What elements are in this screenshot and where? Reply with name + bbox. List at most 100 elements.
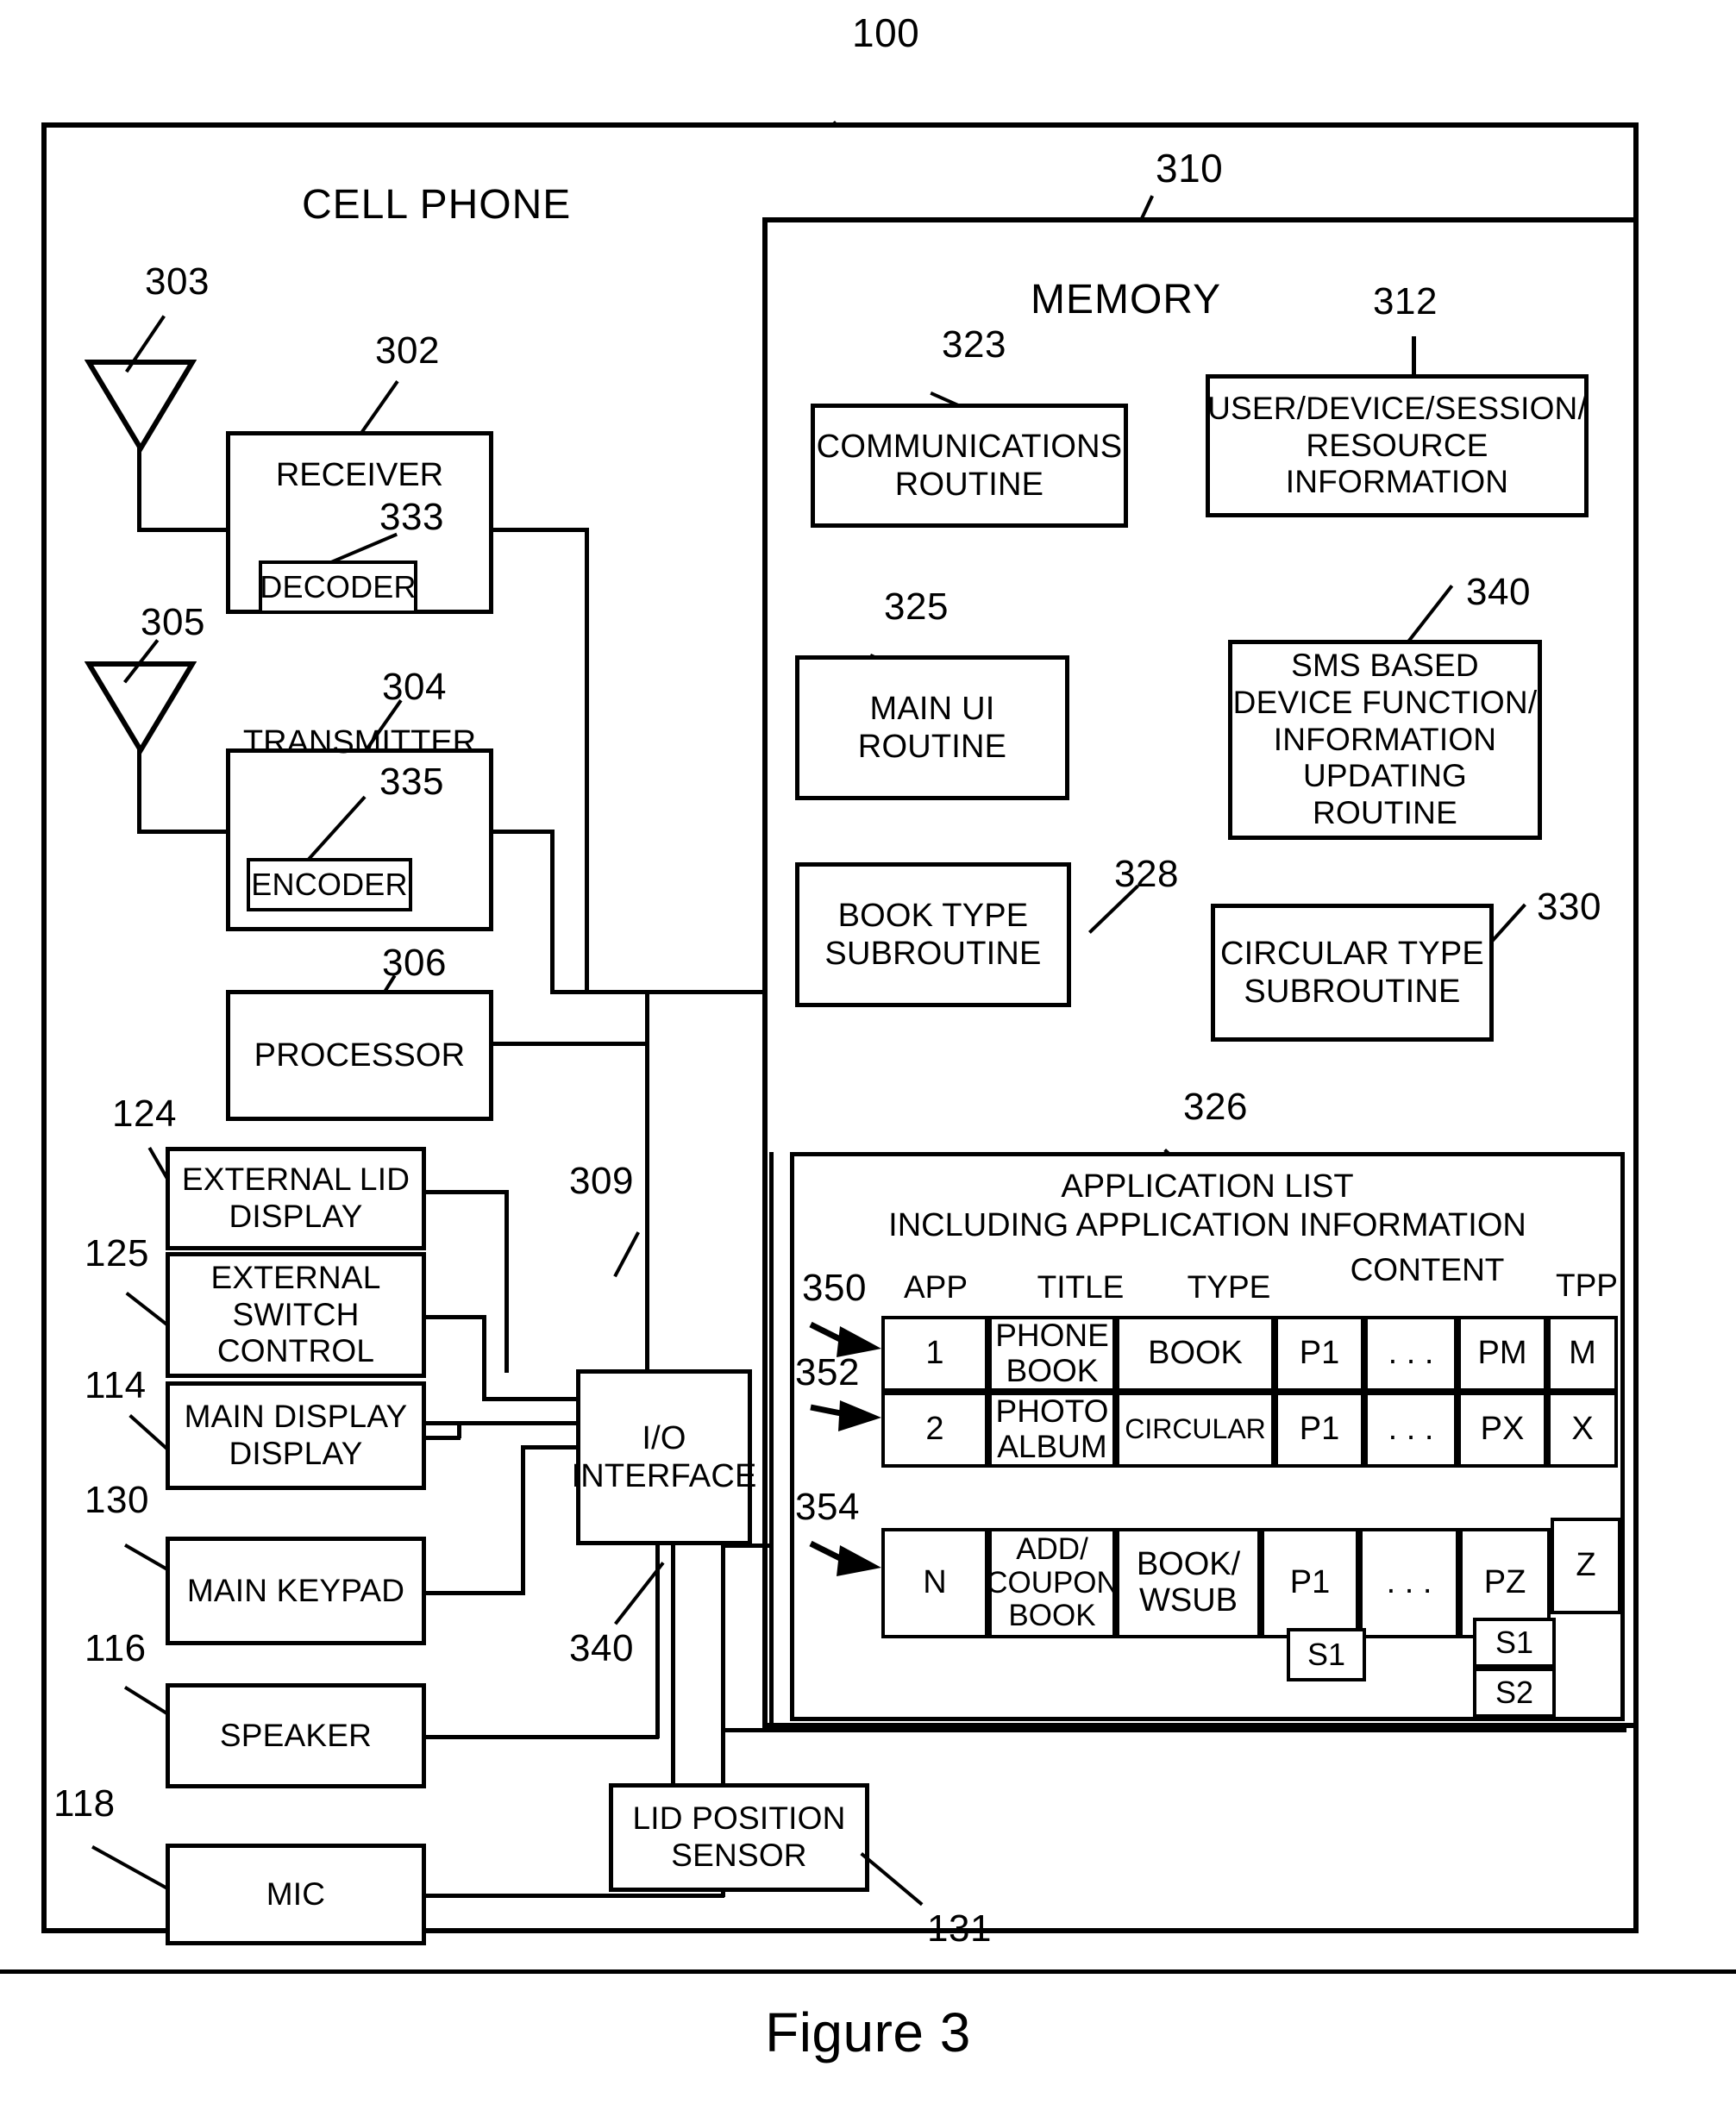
reference-numeral-325: 325 — [884, 585, 949, 628]
reference-numeral-124: 124 — [112, 1093, 177, 1135]
cell-content-2-ellipsis: . . . — [1364, 1392, 1457, 1468]
cell-content-1-ellipsis: . . . — [1364, 1316, 1457, 1392]
reference-numeral-309: 309 — [569, 1160, 634, 1202]
reference-numeral-312: 312 — [1373, 280, 1438, 322]
leader-line-312 — [1412, 336, 1416, 374]
reference-numeral-303: 303 — [145, 260, 210, 303]
cell-tpp-2: X — [1547, 1392, 1618, 1468]
speaker-block: SPEAKER — [166, 1683, 426, 1788]
cell-content-2-px: PX — [1457, 1392, 1547, 1468]
figure-caption: Figure 3 — [765, 2001, 971, 2063]
user-device-session-info-block: USER/DEVICE/SESSION/ RESOURCE INFORMATIO… — [1206, 374, 1589, 517]
wire-switch-control-h2 — [482, 1397, 577, 1401]
reference-numeral-125: 125 — [85, 1232, 149, 1274]
transmit-antenna-icon — [84, 660, 197, 759]
column-header-title: TITLE — [1037, 1269, 1125, 1305]
antenna-tx-lead — [137, 830, 232, 834]
circular-type-subroutine-block: CIRCULAR TYPE SUBROUTINE — [1211, 904, 1494, 1042]
reference-numeral-304: 304 — [382, 666, 447, 708]
reference-numeral-114: 114 — [85, 1364, 147, 1406]
sms-based-routine-block: SMS BASED DEVICE FUNCTION/ INFORMATION U… — [1228, 640, 1542, 840]
cell-subpage-pz-s1: S1 — [1473, 1618, 1556, 1668]
receiver-label: RECEIVER — [275, 457, 444, 493]
patent-figure: 100 CELL PHONE 310 MEMORY 303 302 RECEIV… — [0, 0, 1736, 2104]
reference-numeral-330: 330 — [1537, 886, 1601, 928]
cell-subpage-pz-s2: S2 — [1473, 1668, 1556, 1718]
reference-numeral-335: 335 — [379, 761, 444, 803]
reference-numeral-354: 354 — [795, 1486, 860, 1528]
application-list-title-line1: APPLICATION LIST — [1061, 1168, 1354, 1205]
receiver-out-wire — [493, 528, 588, 532]
reference-numeral-310: 310 — [1156, 146, 1224, 191]
wire-mic — [426, 1894, 724, 1898]
decoder-block: DECODER — [259, 560, 417, 614]
external-switch-control-block: EXTERNAL SWITCH CONTROL — [166, 1252, 426, 1378]
encoder-block: ENCODER — [247, 858, 412, 911]
reference-numeral-352: 352 — [795, 1351, 860, 1393]
reference-numeral-130: 130 — [85, 1479, 149, 1521]
wire-speaker — [426, 1735, 659, 1739]
cell-content-1-pm: PM — [1457, 1316, 1547, 1392]
reference-numeral-340-memory: 340 — [1466, 571, 1531, 613]
cell-phone-title: CELL PHONE — [302, 182, 572, 228]
communications-routine-block: COMMUNICATIONS ROUTINE — [811, 404, 1128, 528]
cell-title-2: PHOTO ALBUM — [988, 1392, 1116, 1468]
cell-content-2-p1: P1 — [1275, 1392, 1364, 1468]
reference-numeral-333: 333 — [379, 496, 444, 538]
external-lid-display-block: EXTERNAL LID DISPLAY — [166, 1147, 426, 1250]
wire-main-display — [426, 1436, 461, 1440]
wire-switch-control — [426, 1315, 486, 1319]
cell-title-n: ADD/ COUPON BOOK — [986, 1528, 1119, 1638]
main-keypad-block: MAIN KEYPAD — [166, 1537, 426, 1645]
cell-title-1: PHONE BOOK — [988, 1316, 1116, 1392]
transmitter-out-wire — [493, 830, 554, 834]
reference-numeral-116: 116 — [85, 1627, 147, 1669]
book-type-subroutine-block: BOOK TYPE SUBROUTINE — [795, 862, 1071, 1007]
wire-keypad-v — [521, 1445, 525, 1594]
io-interface-block: I/O INTERFACE — [571, 1369, 756, 1545]
wire-lid-sensor — [671, 1545, 675, 1785]
column-header-content: CONTENT — [1350, 1252, 1505, 1287]
sheet-rule — [0, 1969, 1736, 1974]
transmitter-label: TRANSMITTER — [242, 724, 477, 761]
main-display-block: MAIN DISPLAY DISPLAY — [166, 1381, 426, 1490]
cell-content-n-p1: P1 — [1261, 1528, 1359, 1638]
bus-309-trunk — [645, 990, 649, 1373]
cell-app-2: 2 — [881, 1392, 988, 1468]
cell-app-1: 1 — [881, 1316, 988, 1392]
column-header-app: APP — [903, 1269, 968, 1305]
wire-main-display-h2 — [426, 1421, 577, 1425]
reference-numeral-302: 302 — [375, 329, 440, 372]
reference-numeral-100: 100 — [852, 10, 920, 55]
column-header-tpp: TPP — [1556, 1268, 1618, 1303]
cell-type-2: CIRCULAR — [1116, 1392, 1275, 1468]
memory-title: MEMORY — [1031, 277, 1222, 322]
receive-antenna-icon — [84, 358, 197, 457]
row-pointer-352-icon — [809, 1395, 883, 1439]
reference-numeral-340-io: 340 — [569, 1627, 634, 1669]
antenna-rx-stem — [137, 444, 141, 532]
reference-numeral-326: 326 — [1183, 1086, 1248, 1128]
cell-app-n: N — [881, 1528, 988, 1638]
application-list-title-line2: INCLUDING APPLICATION INFORMATION — [888, 1207, 1526, 1243]
cell-content-n-ellipsis: . . . — [1359, 1528, 1459, 1638]
cell-tpp-n: Z — [1551, 1518, 1621, 1614]
wire-lid-display-v — [505, 1190, 509, 1373]
reference-numeral-305: 305 — [141, 601, 205, 643]
cell-type-1: BOOK — [1116, 1316, 1275, 1392]
processor-out-wire — [493, 1042, 649, 1046]
cell-subpage-p1-s1: S1 — [1287, 1628, 1366, 1681]
wire-lid-display — [426, 1190, 509, 1194]
app-list-bottom-bus — [721, 1728, 1626, 1732]
reference-numeral-350: 350 — [802, 1267, 867, 1309]
mic-block: MIC — [166, 1844, 426, 1945]
antenna-tx-stem — [137, 746, 141, 834]
lid-position-sensor-block: LID POSITION SENSOR — [609, 1783, 869, 1892]
reference-numeral-131: 131 — [927, 1907, 992, 1950]
wire-keypad — [426, 1591, 525, 1595]
reference-numeral-328: 328 — [1114, 853, 1179, 895]
receiver-bus-vertical — [585, 528, 589, 993]
app-list-left-bus — [769, 1152, 774, 1731]
reference-numeral-118: 118 — [53, 1782, 116, 1825]
cell-tpp-1: M — [1547, 1316, 1618, 1392]
